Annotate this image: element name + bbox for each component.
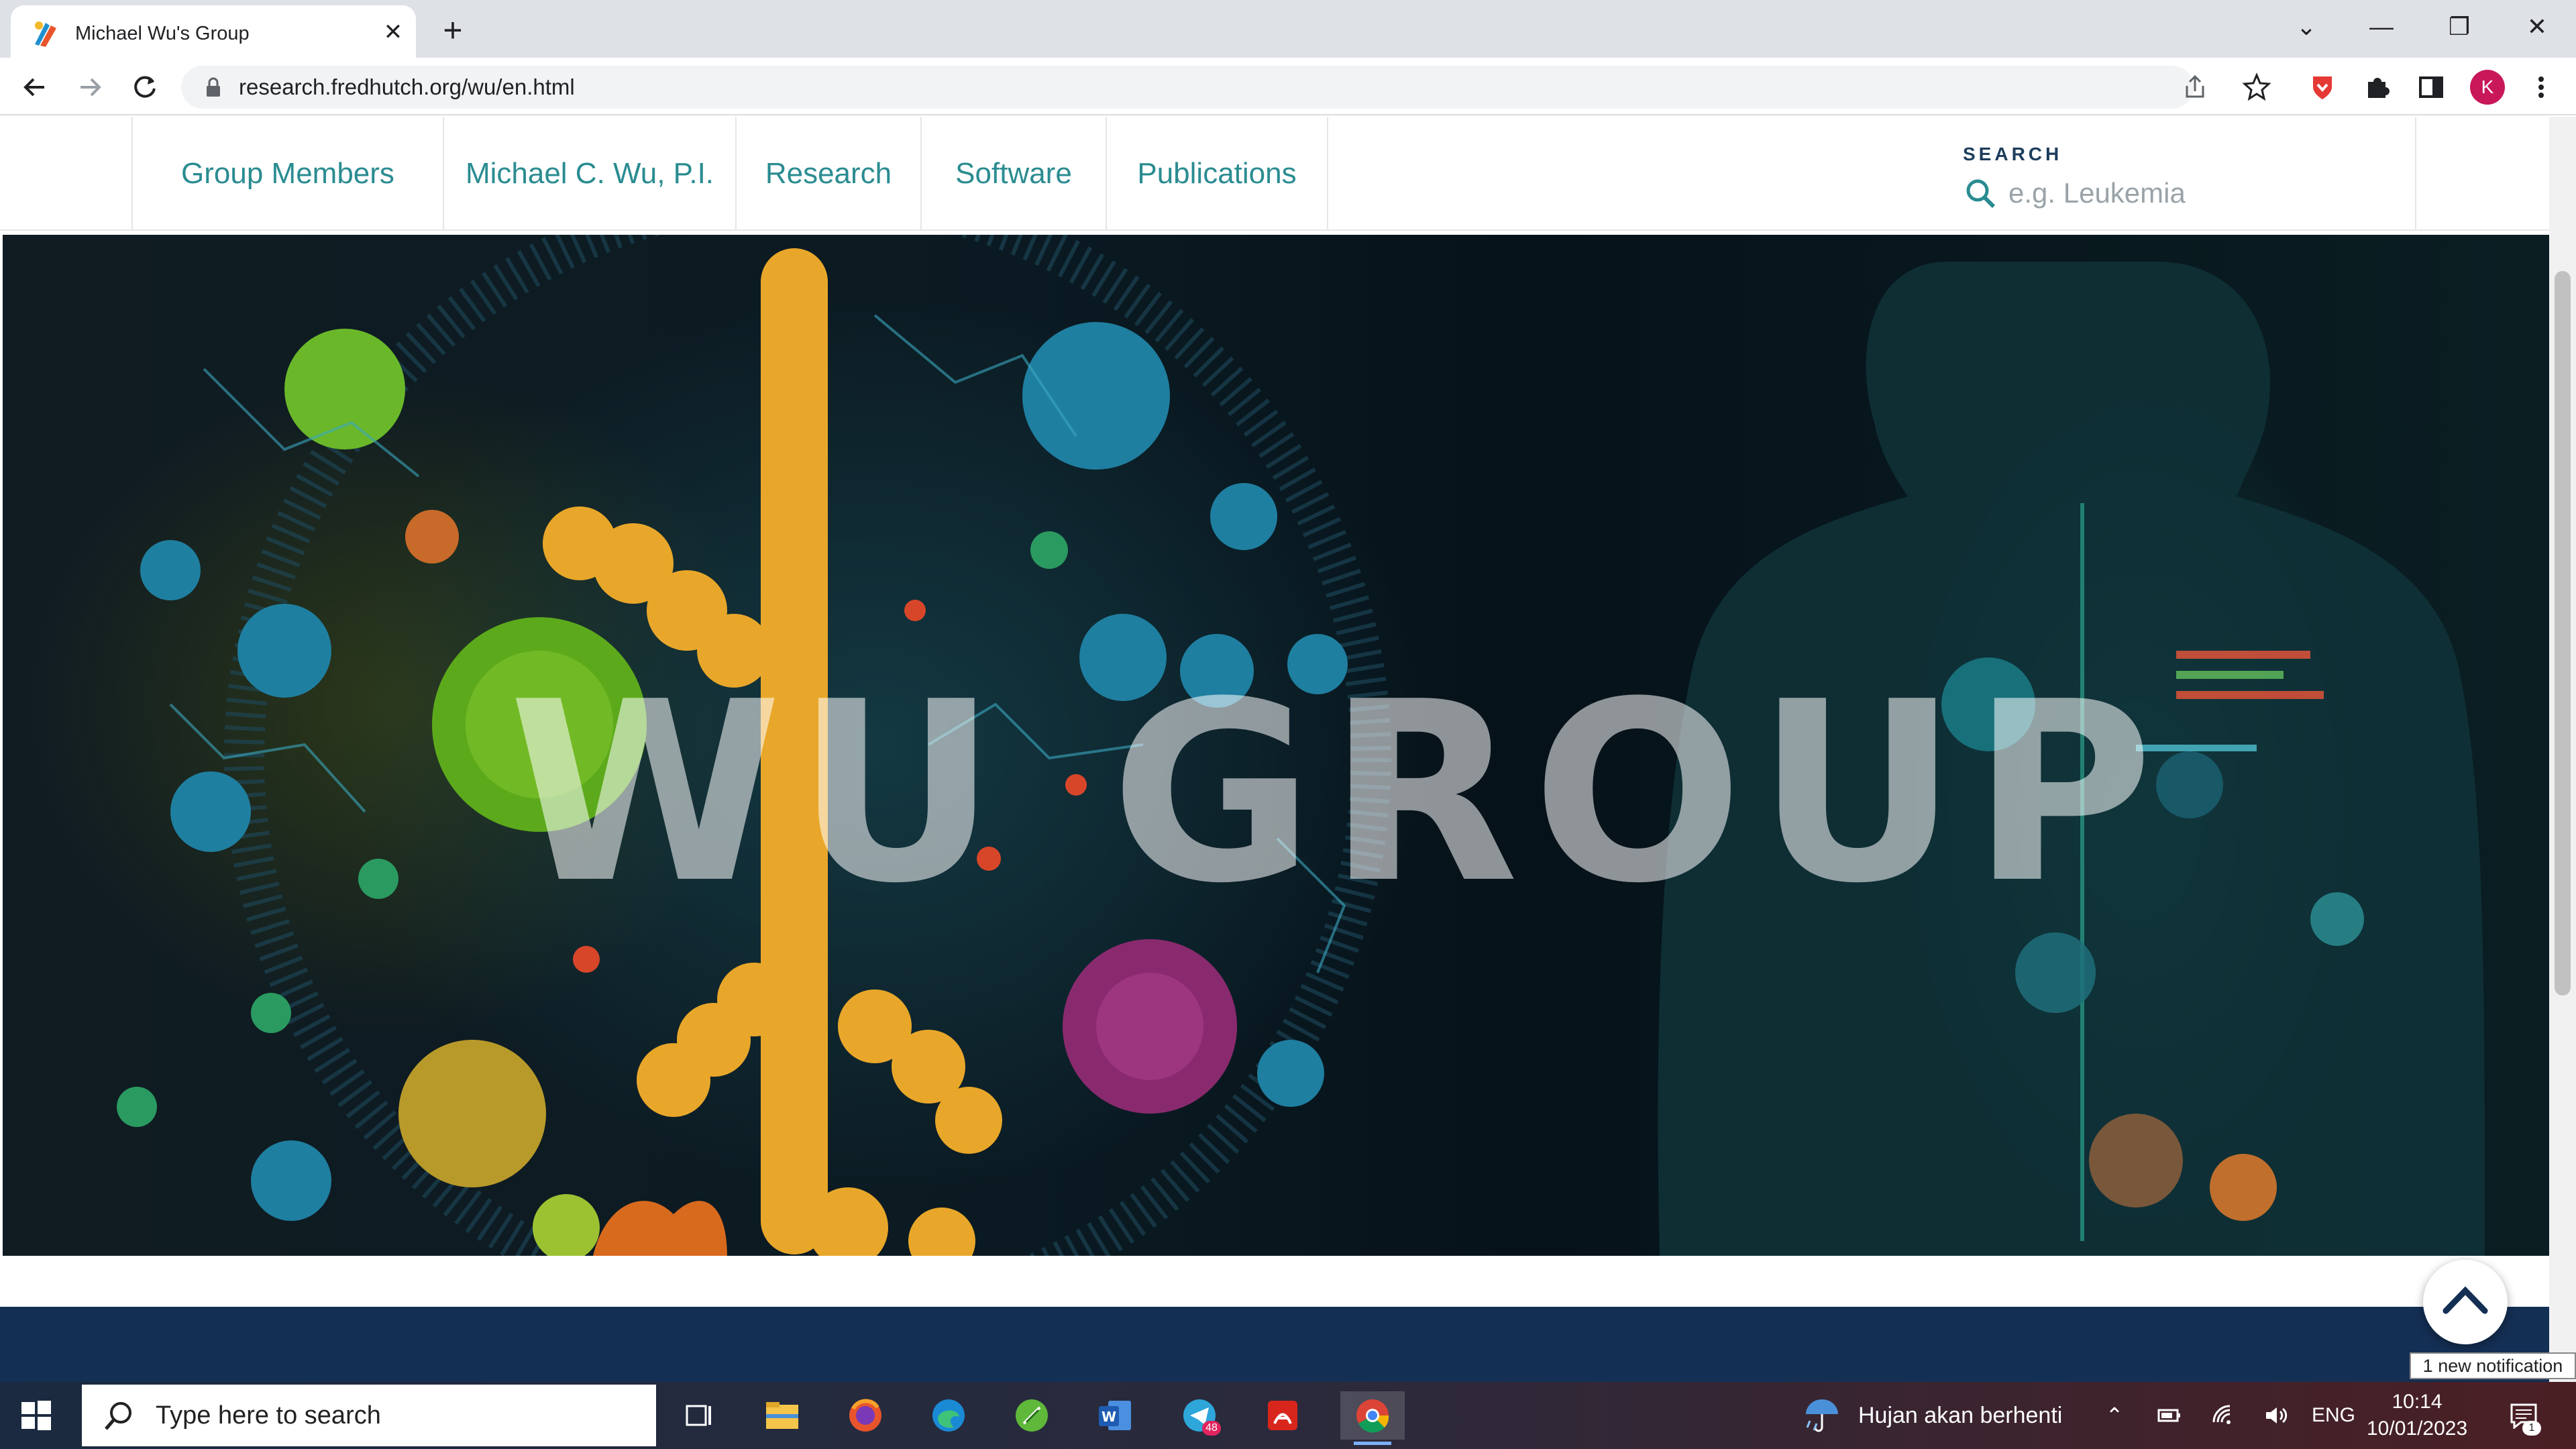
nav-item-research[interactable]: Research (735, 117, 920, 231)
telegram-icon[interactable]: 48 (1175, 1391, 1224, 1440)
nav-item-group-members[interactable]: Group Members (131, 117, 443, 231)
file-explorer-icon[interactable] (758, 1391, 806, 1440)
taskbar-search-placeholder: Type here to search (156, 1401, 381, 1430)
windows-start-icon[interactable] (20, 1399, 52, 1432)
telegram-unread-badge: 48 (1202, 1421, 1221, 1436)
clock-time: 10:14 (2392, 1391, 2443, 1413)
windows-taskbar: Type here to search W 48 Hujan akan berh… (0, 1382, 2576, 1449)
svg-text:W: W (1102, 1409, 1116, 1425)
task-view-button[interactable] (674, 1391, 722, 1440)
bookmark-star-icon[interactable] (2239, 70, 2274, 105)
back-button[interactable] (15, 67, 55, 107)
taskbar-clock[interactable]: 10:14 10/01/2023 (2367, 1389, 2467, 1442)
browser-menu-icon[interactable] (2524, 70, 2559, 105)
search-icon (105, 1402, 131, 1430)
page-scrollbar[interactable] (2549, 117, 2576, 1382)
edge-icon[interactable] (924, 1391, 973, 1440)
taskbar-search-box[interactable]: Type here to search (82, 1385, 656, 1446)
back-to-top-button[interactable] (2423, 1260, 2508, 1344)
battery-icon[interactable] (2156, 1402, 2183, 1429)
forward-button[interactable] (70, 67, 110, 107)
firefox-icon[interactable] (841, 1391, 890, 1440)
chrome-icon[interactable] (1340, 1391, 1405, 1445)
nav-divider (1327, 117, 1328, 231)
lock-icon (207, 77, 220, 97)
search-input[interactable] (2008, 173, 2384, 213)
weather-umbrella-icon[interactable] (1802, 1397, 1842, 1434)
profile-avatar[interactable]: K (2470, 70, 2505, 105)
tab-title: Michael Wu's Group (75, 23, 250, 44)
weather-text[interactable]: Hujan akan berhenti (1858, 1382, 2062, 1449)
site-navigation: Group Members Michael C. Wu, P.I. Resear… (0, 117, 2549, 231)
page-viewport: Group Members Michael C. Wu, P.I. Resear… (0, 117, 2576, 1382)
acrobat-icon[interactable] (1258, 1391, 1307, 1440)
extensions-puzzle-icon[interactable] (2360, 70, 2395, 105)
hero-title-graphic: WU GROUP (508, 649, 2167, 938)
close-tab-icon[interactable]: ✕ (378, 17, 408, 47)
restore-window-button[interactable]: ❐ (2432, 7, 2486, 47)
volume-icon[interactable] (2262, 1402, 2289, 1429)
hero-title: WU GROUP (508, 649, 2167, 938)
clock-date: 10/01/2023 (2367, 1417, 2468, 1440)
scrollbar-thumb[interactable] (2555, 271, 2571, 996)
share-icon[interactable] (2180, 72, 2210, 102)
wifi-icon[interactable] (2210, 1402, 2237, 1429)
nav-divider (2415, 117, 2416, 231)
notification-toast[interactable]: 1 new notification (2410, 1352, 2576, 1379)
show-hidden-icons-chevron-icon[interactable]: ⌃ (2101, 1402, 2128, 1429)
reload-button[interactable] (125, 67, 165, 107)
input-language[interactable]: ENG (2312, 1382, 2355, 1449)
browser-toolbar: research.fredhutch.org/wu/en.html K (0, 58, 2576, 115)
forward-arrow-icon (80, 78, 101, 97)
tab-search-dropdown-icon[interactable]: ⌄ (2279, 7, 2333, 47)
nav-item-publications[interactable]: Publications (1106, 117, 1327, 231)
browser-tab[interactable]: Michael Wu's Group ✕ (11, 5, 416, 58)
search-label: SEARCH (1963, 144, 2063, 164)
site-search (1963, 173, 2392, 213)
side-panel-icon[interactable] (2414, 70, 2449, 105)
notification-count-badge: 1 (2522, 1421, 2541, 1436)
footer-band (0, 1307, 2549, 1382)
green-leaf-app-icon[interactable] (1008, 1391, 1056, 1440)
word-icon[interactable]: W (1091, 1391, 1139, 1440)
reload-icon (134, 76, 156, 98)
extension-shield-icon[interactable] (2305, 70, 2340, 105)
new-tab-button[interactable]: + (435, 12, 471, 48)
minimize-window-button[interactable]: — (2355, 7, 2408, 47)
nav-item-software[interactable]: Software (920, 117, 1106, 231)
back-arrow-icon (23, 78, 44, 97)
address-bar[interactable]: research.fredhutch.org/wu/en.html (181, 66, 2204, 109)
nav-item-michael-wu[interactable]: Michael C. Wu, P.I. (443, 117, 735, 231)
search-icon[interactable] (1963, 176, 1998, 211)
url-text[interactable]: research.fredhutch.org/wu/en.html (239, 66, 575, 109)
close-window-button[interactable]: ✕ (2510, 7, 2564, 47)
site-favicon-icon (35, 21, 56, 47)
active-app-indicator (1354, 1442, 1391, 1445)
hero-banner: WU GROUP (3, 235, 2549, 1256)
chevron-up-icon (2443, 1286, 2488, 1314)
browser-tab-strip: Michael Wu's Group ✕ + ⌄ — ❐ ✕ (0, 0, 2576, 58)
